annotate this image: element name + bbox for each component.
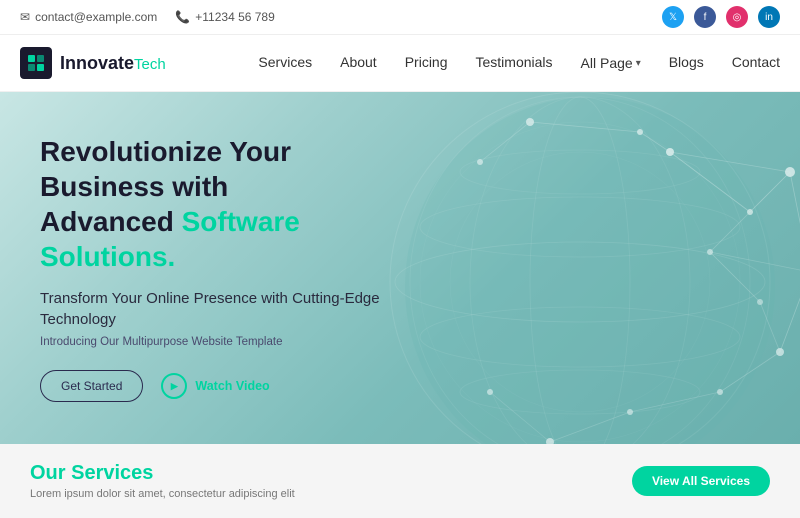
phone-icon: 📞	[175, 10, 190, 24]
services-title: Our Services	[30, 462, 295, 485]
get-started-button[interactable]: Get Started	[40, 370, 143, 402]
nav-item-pricing[interactable]: Pricing	[405, 54, 448, 72]
hero-content: Revolutionize Your Business with Advance…	[0, 94, 420, 442]
logo-text: InnovateTech	[60, 53, 166, 74]
nav-item-about[interactable]: About	[340, 54, 377, 72]
facebook-icon[interactable]: f	[694, 6, 716, 28]
email-contact: ✉ contact@example.com	[20, 10, 157, 24]
nav-item-allpage[interactable]: All Page ▾	[581, 55, 641, 71]
social-links: 𝕏 f ◎ in	[662, 6, 780, 28]
hero-subtitle: Transform Your Online Presence with Cutt…	[40, 288, 380, 330]
play-icon: ▶	[161, 373, 187, 399]
services-info: Our Services Lorem ipsum dolor sit amet,…	[30, 462, 295, 500]
logo: InnovateTech	[20, 47, 166, 79]
nav-item-blogs[interactable]: Blogs	[669, 54, 704, 72]
services-description: Lorem ipsum dolor sit amet, consectetur …	[30, 488, 295, 500]
chevron-down-icon: ▾	[636, 58, 641, 69]
nav-item-services[interactable]: Services	[258, 54, 312, 72]
services-section: Our Services Lorem ipsum dolor sit amet,…	[0, 444, 800, 518]
logo-icon	[20, 47, 52, 79]
email-icon: ✉	[20, 10, 30, 24]
navbar: InnovateTech Services About Pricing Test…	[0, 35, 800, 92]
watch-video-button[interactable]: ▶ Watch Video	[161, 373, 269, 399]
top-bar-contact: ✉ contact@example.com 📞 +11234 56 789	[20, 10, 275, 24]
twitter-icon[interactable]: 𝕏	[662, 6, 684, 28]
nav-item-testimonials[interactable]: Testimonials	[476, 54, 553, 72]
phone-contact: 📞 +11234 56 789	[175, 10, 274, 24]
nav-menu: Services About Pricing Testimonials All …	[258, 54, 780, 72]
view-all-services-button[interactable]: View All Services	[632, 466, 770, 496]
hero-section: Revolutionize Your Business with Advance…	[0, 92, 800, 444]
linkedin-icon[interactable]: in	[758, 6, 780, 28]
phone-number: +11234 56 789	[195, 10, 275, 24]
top-bar: ✉ contact@example.com 📞 +11234 56 789 𝕏 …	[0, 0, 800, 35]
hero-buttons: Get Started ▶ Watch Video	[40, 370, 380, 402]
nav-item-contact[interactable]: Contact	[732, 54, 780, 72]
hero-intro: Introducing Our Multipurpose Website Tem…	[40, 336, 380, 348]
instagram-icon[interactable]: ◎	[726, 6, 748, 28]
hero-title: Revolutionize Your Business with Advance…	[40, 134, 380, 274]
email-address: contact@example.com	[35, 10, 157, 24]
